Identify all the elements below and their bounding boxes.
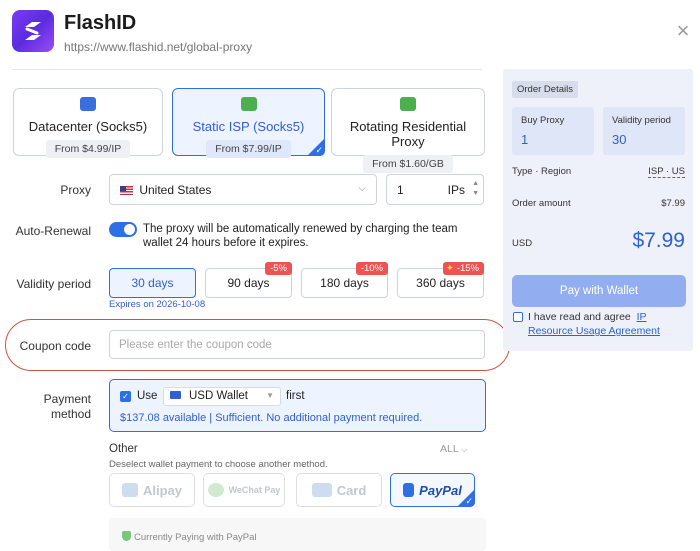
sparkle-icon: ✦ [445, 263, 454, 274]
us-flag-icon [120, 186, 133, 195]
discount-badge: -10% [355, 262, 388, 275]
wallet-balance-status: $137.08 available | Sufficient. No addit… [120, 412, 423, 424]
wallet-value: USD Wallet [189, 390, 248, 402]
ip-agreement-link[interactable]: IP [637, 311, 647, 323]
buy-proxy-value: 1 [521, 132, 529, 147]
country-value: United States [139, 183, 212, 197]
alipay-icon [121, 483, 138, 497]
first-label: first [286, 390, 305, 402]
validity-option-30[interactable]: 30 days [109, 268, 196, 298]
home-wifi-icon [240, 97, 257, 111]
use-label: Use [137, 390, 158, 402]
proxy-type-price: From $7.99/IP [206, 140, 291, 158]
wallet-payment-box: ✓ Use USD Wallet ▼ first $137.08 availab… [109, 379, 486, 432]
auto-renewal-description: The proxy will be automatically renewed … [143, 223, 458, 249]
validity-option-label: 30 days [131, 276, 174, 290]
ip-quantity-stepper[interactable]: 1 IPs ▲ ▼ [386, 174, 484, 205]
order-total: $7.99 [632, 229, 685, 252]
payment-alipay[interactable]: Alipay [109, 473, 195, 507]
auto-renewal-label: Auto-Renewal [15, 224, 91, 238]
order-amount-row: Order amount $7.99 [512, 198, 685, 209]
wallet-select[interactable]: USD Wallet ▼ [163, 387, 281, 406]
auto-renewal-toggle[interactable] [109, 222, 137, 237]
order-details-panel: Order Details Buy Proxy 1 Validity perio… [503, 69, 693, 351]
wallet-icon [170, 391, 181, 399]
flashid-logo-icon [25, 22, 41, 40]
other-methods-all-toggle[interactable]: ALL ⌵ [440, 443, 467, 455]
validity-period-value: 30 [612, 132, 627, 147]
paypal-icon [403, 483, 415, 497]
stepper-arrows-icon[interactable]: ▲ ▼ [472, 179, 479, 199]
selected-check-icon: ✓ [307, 138, 325, 156]
app-title: FlashID [64, 12, 137, 34]
agree-checkbox[interactable] [513, 312, 523, 322]
ip-quantity-value: 1 [397, 183, 404, 197]
resource-usage-agreement-link[interactable]: Resource Usage Agreement [528, 325, 660, 337]
shield-icon [122, 531, 131, 541]
chevron-down-icon: ▼ [266, 391, 274, 400]
proxy-type-name: Datacenter (Socks5) [28, 119, 148, 134]
discount-badge: ✦ -15% [442, 262, 484, 275]
buy-proxy-card: Buy Proxy 1 [512, 107, 594, 155]
discount-badge: -5% [265, 262, 292, 275]
currently-paying-bar: Currently Paying with PayPal [109, 518, 486, 551]
type-region-row: Type · Region ISP · US [512, 166, 685, 178]
wechat-icon [207, 483, 224, 497]
proxy-type-datacenter[interactable]: Datacenter (Socks5) From $4.99/IP [13, 88, 163, 158]
flashid-logo [12, 10, 54, 52]
payment-paypal[interactable]: PayPal ✓ [390, 473, 475, 507]
coupon-label: Coupon code [19, 339, 91, 353]
page-url: https://www.flashid.net/global-proxy [64, 40, 253, 54]
agreement-text: I have read and agree IP Resource Usage … [528, 311, 660, 337]
other-methods-description: Deselect wallet payment to choose anothe… [109, 459, 328, 470]
validity-option-label: 360 days [416, 276, 465, 290]
close-icon[interactable]: × [674, 20, 692, 42]
pay-with-wallet-button[interactable]: Pay with Wallet [512, 275, 686, 307]
use-wallet-checkbox[interactable]: ✓ [120, 391, 131, 402]
other-methods-title: Other [109, 443, 138, 455]
validity-period-label: Validity period [16, 277, 91, 291]
proxy-type-static-isp[interactable]: Static ISP (Socks5) From $7.99/IP ✓ [172, 88, 325, 158]
validity-option-label: 90 days [227, 276, 270, 290]
proxy-type-price: From $4.99/IP [45, 140, 131, 158]
proxy-type-name: Rotating Residential Proxy [349, 119, 467, 149]
validity-option-360[interactable]: 360 days ✦ -15% [397, 262, 484, 298]
header-divider [12, 69, 482, 70]
ip-quantity-unit: IPs [447, 183, 465, 197]
proxy-label: Proxy [60, 183, 91, 197]
currently-paying-text: Currently Paying with PayPal [134, 532, 257, 543]
payment-card[interactable]: Card [296, 473, 382, 507]
credit-card-icon [311, 483, 332, 497]
payment-method-label: Payment method [43, 392, 91, 421]
validity-option-180[interactable]: 180 days -10% [301, 262, 388, 298]
rotating-home-icon [400, 97, 416, 111]
payment-wechat[interactable]: WeChat Pay [203, 473, 285, 507]
proxy-type-rotating-residential[interactable]: Rotating Residential Proxy From $1.60/GB [331, 88, 485, 173]
server-icon [80, 97, 96, 111]
order-details-title: Order Details [512, 81, 578, 98]
validity-option-90[interactable]: 90 days -5% [205, 262, 292, 298]
validity-option-label: 180 days [320, 276, 369, 290]
expiry-date: Expires on 2026-10-08 [109, 299, 206, 310]
validity-period-card: Validity period 30 [603, 107, 685, 155]
chevron-down-icon: ⌵ [461, 445, 468, 454]
proxy-type-name: Static ISP (Socks5) [192, 119, 305, 134]
chevron-down-icon: ⌵ [358, 183, 366, 194]
country-select[interactable]: United States ⌵ [109, 174, 377, 205]
proxy-type-price: From $1.60/GB [363, 155, 453, 173]
coupon-input[interactable] [109, 330, 485, 359]
